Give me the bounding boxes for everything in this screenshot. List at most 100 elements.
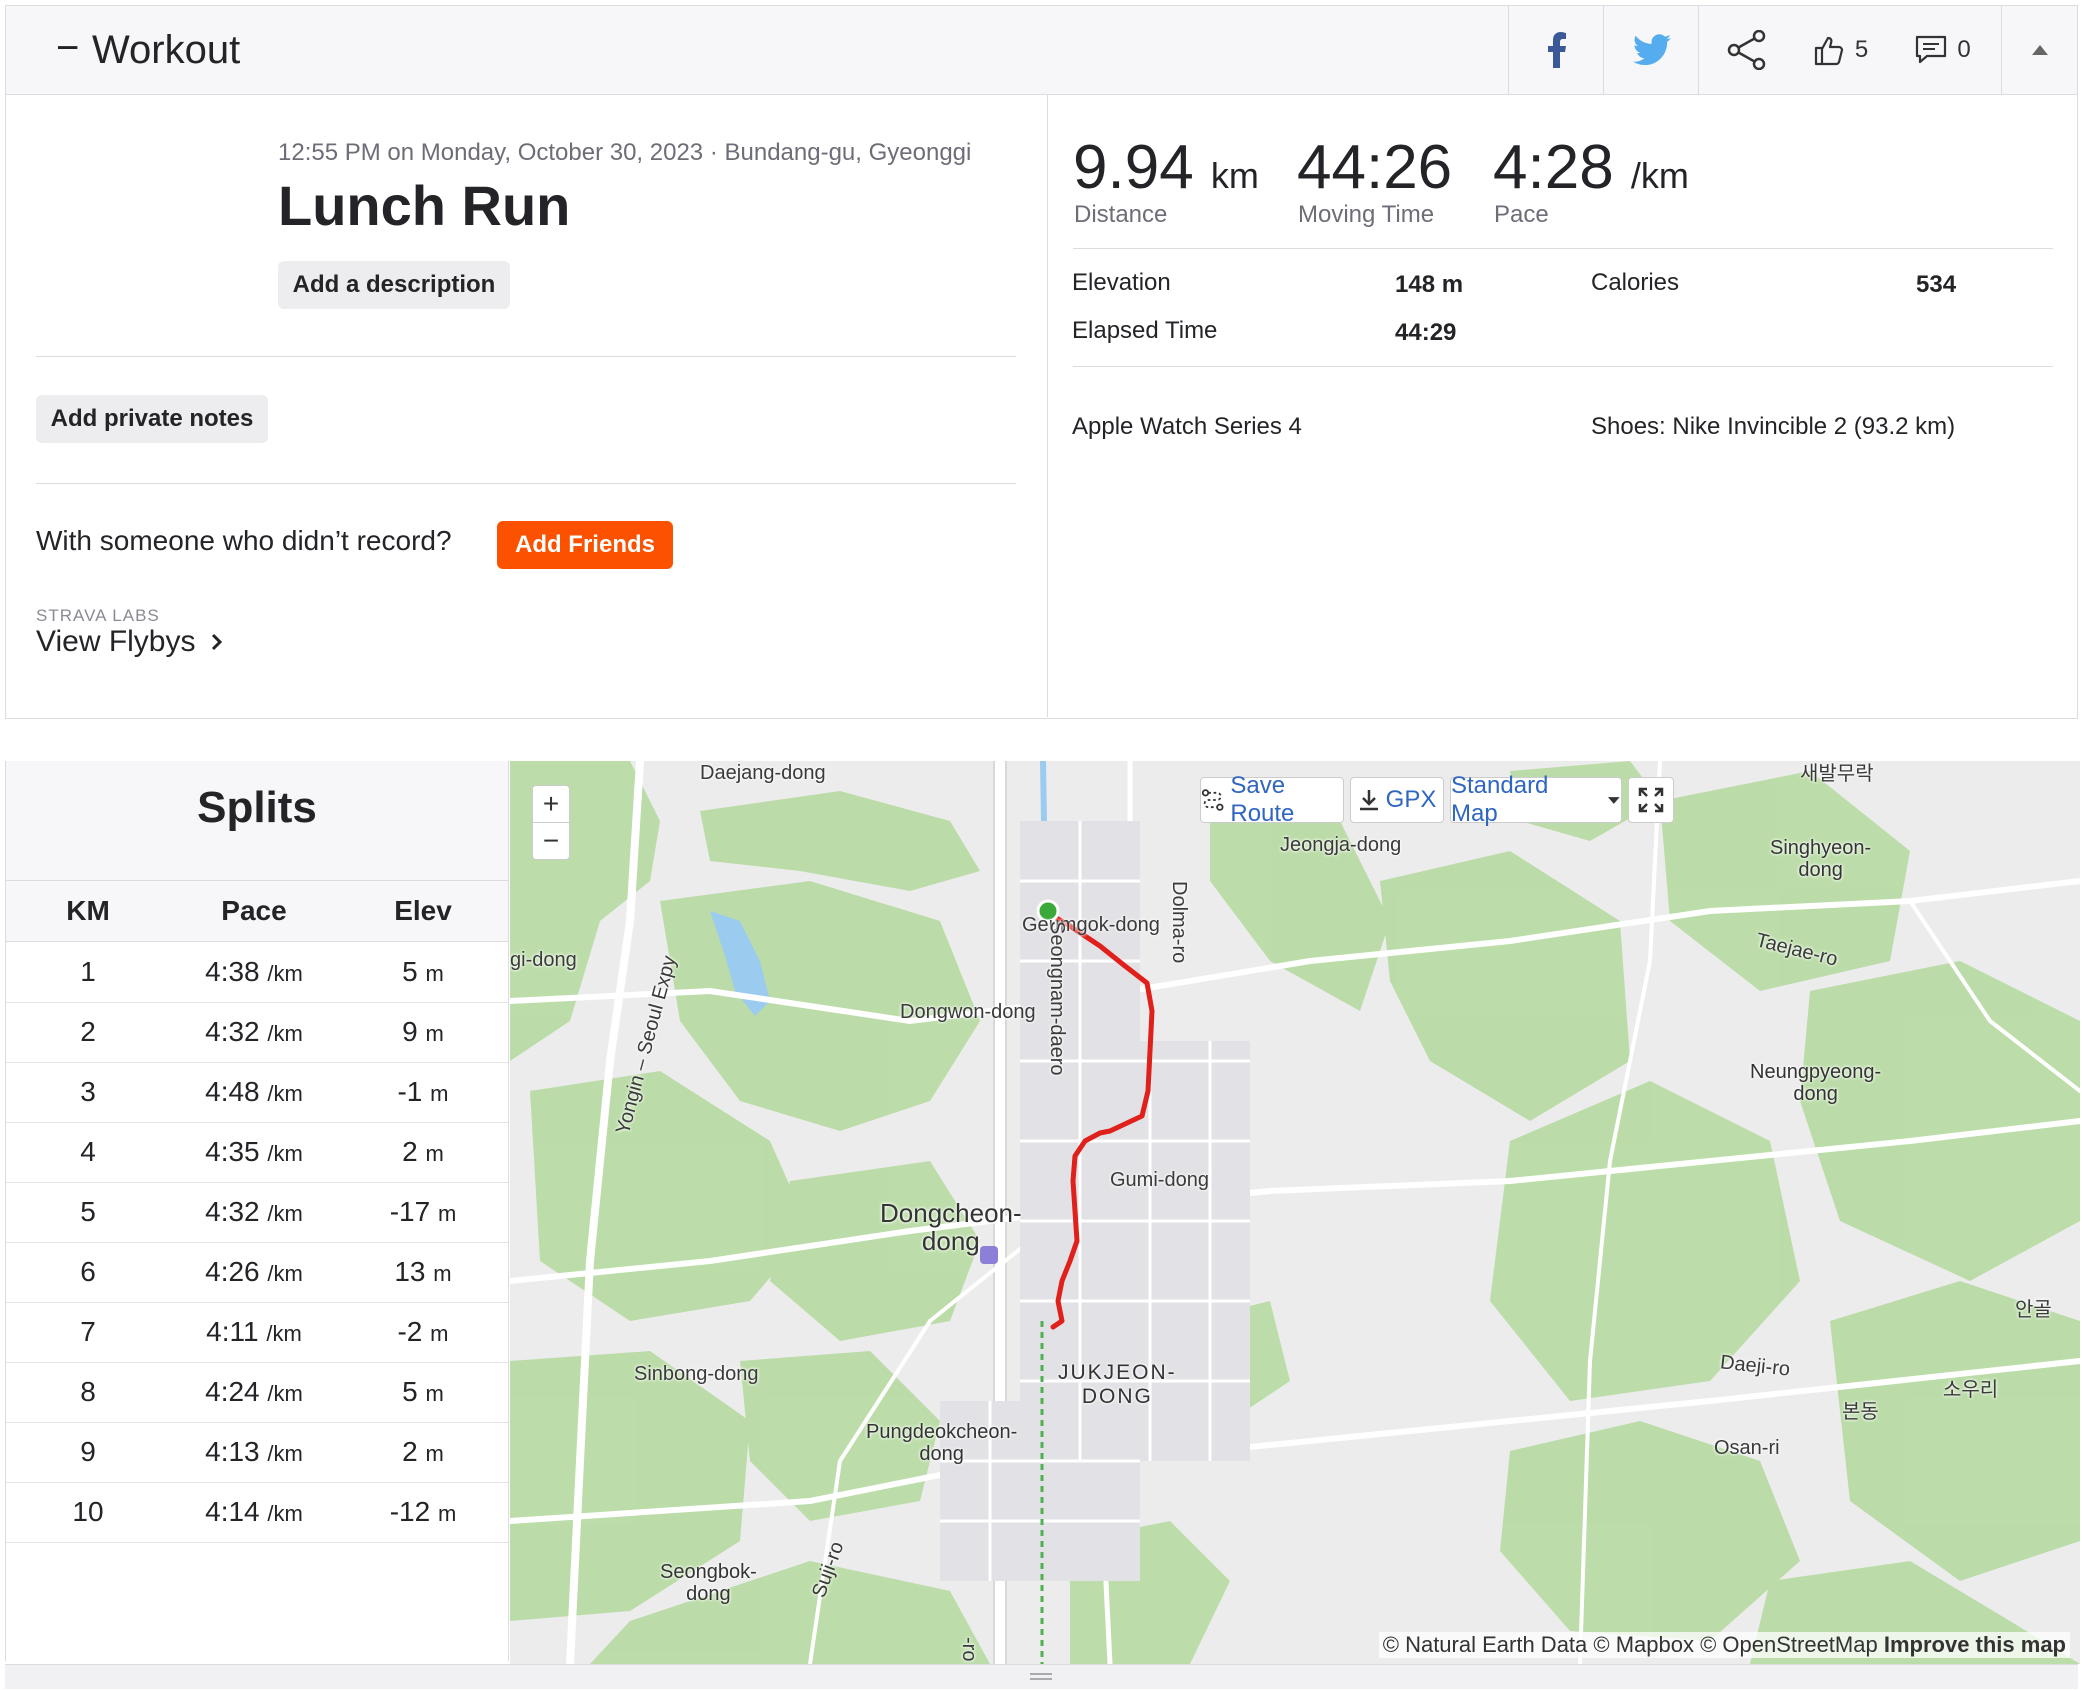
map-label: 본동 <box>1842 1401 1879 1423</box>
split-pace-value: 4:26 <box>205 1256 260 1287</box>
save-route-label: Save Route <box>1230 772 1295 827</box>
attribution-text: © Natural Earth Data © Mapbox © OpenStre… <box>1382 1632 1878 1657</box>
map-label: Gumi-dong <box>1110 1169 1209 1191</box>
divider <box>1047 95 1048 717</box>
split-row: 10 4:14 /km -12 m <box>6 1482 508 1543</box>
split-pace-unit: /km <box>266 1321 302 1346</box>
splits-column-headers: KM Pace Elev <box>6 881 508 942</box>
map-label: 안골 <box>2015 1299 2052 1321</box>
split-pace: 4:11 /km <box>170 1302 338 1362</box>
map-label: Seongnam-daero <box>1046 921 1068 1076</box>
split-pace-unit: /km <box>267 1441 303 1466</box>
split-pace: 4:13 /km <box>170 1422 338 1482</box>
page-title: Workout <box>92 28 241 72</box>
split-elev: 13 m <box>338 1242 508 1302</box>
zoom-in-button[interactable]: + <box>532 785 570 823</box>
map-label: 소우리 <box>1943 1379 1999 1401</box>
download-icon <box>1359 790 1378 811</box>
distance-unit: km <box>1210 155 1259 196</box>
split-elev: -12 m <box>338 1482 508 1542</box>
split-elev-value: -17 <box>389 1196 431 1227</box>
map-label: Daejang-dong <box>700 762 826 784</box>
map-label: Neungpyeong- dong <box>1750 1061 1882 1105</box>
split-km: 3 <box>80 1076 96 1107</box>
split-elev-value: 2 <box>402 1136 418 1167</box>
map-label: 새발무락 <box>1800 763 1874 785</box>
split-row: 6 4:26 /km 13 m <box>6 1242 508 1303</box>
divider <box>36 356 1016 357</box>
split-pace-unit: /km <box>267 1501 303 1526</box>
split-pace: 4:26 /km <box>170 1242 338 1302</box>
split-elev: -2 m <box>338 1302 508 1362</box>
moving-time-value: 44:26 <box>1297 133 1453 202</box>
comments-button[interactable]: 0 <box>1888 6 1998 94</box>
split-elev-unit: m <box>430 1081 449 1106</box>
moving-time-stat: 44:26 <box>1297 137 1452 199</box>
split-pace-value: 4:32 <box>205 1196 260 1227</box>
split-elev-unit: m <box>425 1141 444 1166</box>
split-km: 4 <box>80 1136 96 1167</box>
save-route-button[interactable]: Save Route <box>1200 772 1344 827</box>
map-label: -ro <box>958 1637 980 1662</box>
split-pace: 4:24 /km <box>170 1362 338 1422</box>
divider <box>1073 366 2053 367</box>
moving-time-label: Moving Time <box>1298 201 1435 228</box>
collapse-panel-button[interactable] <box>2001 6 2078 94</box>
split-pace: 4:32 /km <box>170 1182 338 1242</box>
split-row: 9 4:13 /km 2 m <box>6 1422 508 1483</box>
map-type-dropdown[interactable]: Standard Map <box>1450 772 1622 827</box>
improve-map-link[interactable]: Improve this map <box>1884 1632 2066 1657</box>
split-km: 7 <box>80 1316 96 1347</box>
activity-meta: 12:55 PM on Monday, October 30, 2023 · B… <box>278 139 972 166</box>
split-elev-unit: m <box>430 1321 449 1346</box>
split-row: 2 4:32 /km 9 m <box>6 1002 508 1063</box>
split-pace-value: 4:32 <box>205 1016 260 1047</box>
elevation-label: Elevation <box>1072 269 1171 296</box>
twitter-icon <box>1632 34 1671 66</box>
fullscreen-button[interactable] <box>1628 777 1674 823</box>
split-pace-value: 4:35 <box>205 1136 260 1167</box>
view-flybys-link[interactable]: View Flybys <box>36 625 224 659</box>
collapse-icon[interactable]: − <box>56 28 79 68</box>
split-pace-unit: /km <box>267 1021 303 1046</box>
column-header-km: KM <box>66 895 110 926</box>
split-elev-unit: m <box>425 1441 444 1466</box>
distance-label: Distance <box>1074 201 1168 228</box>
map-label: JUKJEON- DONG <box>1058 1361 1177 1408</box>
column-header-pace: Pace <box>221 895 287 926</box>
activity-name: Lunch Run <box>278 174 571 237</box>
split-elev: 9 m <box>338 1002 508 1062</box>
add-friends-button[interactable]: Add Friends <box>497 521 673 569</box>
facebook-share-button[interactable] <box>1508 6 1604 94</box>
add-private-notes-button[interactable]: Add private notes <box>36 395 268 443</box>
split-elev: -1 m <box>338 1062 508 1122</box>
pace-unit: /km <box>1630 155 1689 196</box>
share-button[interactable] <box>1698 6 1794 94</box>
map-label: Singhyeon- dong <box>1770 837 1872 881</box>
map-type-label: Standard Map <box>1451 772 1549 827</box>
gpx-download-button[interactable]: GPX <box>1350 777 1444 823</box>
map-label: Dolma-ro <box>1168 881 1190 964</box>
split-pace-value: 4:38 <box>205 956 260 987</box>
splits-panel: Splits KM Pace Elev 1 4:38 /km 5 m 2 4:32 /k… <box>5 761 509 1661</box>
with-someone-text: With someone who didn’t record? <box>36 525 452 556</box>
route-map[interactable]: Daejang-dong 새발무락 Jeongja-dong Singhyeon… <box>510 761 2080 1664</box>
zoom-out-button[interactable]: − <box>532 822 570 860</box>
elapsed-time-label: Elapsed Time <box>1072 317 1218 344</box>
shoes-info: Shoes: Nike Invincible 2 (93.2 km) <box>1591 413 1956 440</box>
map-label: Sinbong-dong <box>634 1363 759 1385</box>
divider <box>1073 248 2053 249</box>
kudos-button[interactable]: 5 <box>1793 6 1888 94</box>
split-elev: -17 m <box>338 1182 508 1242</box>
chevron-right-icon <box>211 633 222 651</box>
split-pace: 4:48 /km <box>170 1062 338 1122</box>
split-km: 5 <box>80 1196 96 1227</box>
map-label: Dongcheon- dong <box>880 1198 1022 1256</box>
add-description-button[interactable]: Add a description <box>278 261 510 309</box>
split-elev-unit: m <box>425 1381 444 1406</box>
split-elev-value: 5 <box>402 1376 418 1407</box>
splits-title: Splits <box>197 783 317 832</box>
resize-handle-bar[interactable] <box>5 1664 2078 1689</box>
kudos-count: 5 <box>1854 36 1869 63</box>
twitter-share-button[interactable] <box>1603 6 1699 94</box>
